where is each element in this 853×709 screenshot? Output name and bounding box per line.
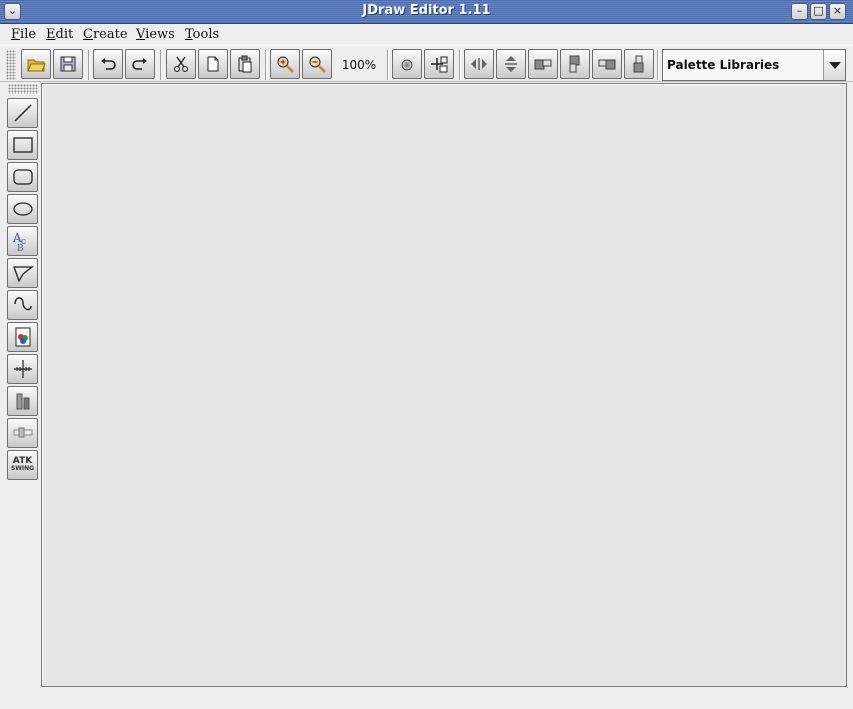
menu-views[interactable]: Views (136, 27, 175, 42)
flip-vertical-button[interactable] (496, 49, 526, 79)
menu-file-mnemonic: F (11, 27, 21, 42)
axis-tool-button[interactable] (7, 354, 38, 384)
menu-tools-label: ools (192, 27, 220, 42)
menu-tools-mnemonic: T (185, 27, 193, 42)
line-tool-button[interactable] (7, 98, 38, 128)
menu-create-label: reate (92, 27, 128, 42)
main-toolbar: 100% Palette Libraries (0, 45, 853, 82)
move-icon (431, 56, 448, 73)
open-button[interactable] (21, 49, 51, 79)
toolbar-separator (459, 50, 461, 80)
align-right-button[interactable] (592, 49, 622, 79)
zoom-level-label: 100% (341, 58, 377, 72)
close-icon[interactable]: × (829, 3, 846, 20)
flip-vertical-icon (505, 56, 517, 72)
toolbar-separator (657, 50, 659, 80)
polyline-tool-icon (12, 266, 34, 283)
align-left-icon (534, 59, 552, 70)
ellipse-tool-icon (12, 202, 33, 216)
menu-bar: File Edit Create Views Tools (0, 24, 853, 45)
ellipse-tool-button[interactable] (7, 194, 38, 224)
bar-tool-button[interactable] (7, 386, 38, 416)
slider-tool-button[interactable] (7, 418, 38, 448)
atk-swing-tool-button[interactable]: ATK SWING (7, 450, 38, 480)
paste-icon (238, 55, 252, 73)
zoom-out-button[interactable] (302, 49, 332, 79)
slider-tool-icon (13, 427, 32, 438)
cut-icon (174, 56, 188, 72)
maximize-icon[interactable]: □ (810, 3, 827, 20)
align-left-button[interactable] (528, 49, 558, 79)
undo-button[interactable] (93, 49, 123, 79)
menu-create[interactable]: Create (83, 27, 128, 42)
toolbar-separator (160, 50, 162, 80)
bar-tool-icon (16, 393, 29, 410)
group-button[interactable] (392, 49, 422, 79)
group-icon (401, 59, 413, 71)
axis-tool-icon (13, 360, 32, 378)
flip-horizontal-icon (471, 58, 487, 70)
menu-file-label: ile (20, 27, 37, 42)
copy-button[interactable] (198, 49, 228, 79)
align-top-icon (569, 55, 580, 73)
open-icon (27, 59, 46, 72)
polyline-tool-button[interactable] (7, 258, 38, 288)
toolbar-separator (88, 50, 90, 80)
svg-text:B: B (17, 244, 24, 252)
chevron-down-icon[interactable] (823, 50, 845, 80)
paste-button[interactable] (230, 49, 260, 79)
menu-edit-mnemonic: E (46, 27, 56, 42)
menu-edit[interactable]: Edit (46, 27, 73, 42)
window-title: JDraw Editor 1.11 (362, 3, 491, 18)
align-right-icon (598, 59, 616, 70)
menu-edit-label: dit (55, 27, 74, 42)
flip-horizontal-button[interactable] (464, 49, 494, 79)
redo-button[interactable] (125, 49, 155, 79)
rectangle-tool-button[interactable] (7, 130, 38, 160)
minimize-icon[interactable]: – (791, 3, 808, 20)
menu-file[interactable]: File (11, 27, 36, 42)
toolbar-separator (387, 50, 389, 80)
copy-icon (207, 56, 219, 72)
image-tool-icon (15, 327, 30, 347)
toolbar-grip[interactable] (6, 50, 16, 80)
menu-create-mnemonic: C (83, 27, 93, 42)
zoom-out-icon (309, 56, 326, 73)
drawing-canvas[interactable] (41, 83, 847, 687)
atk-sublabel: SWING (10, 465, 35, 472)
rounded-rectangle-tool-icon (12, 169, 33, 185)
image-tool-button[interactable] (7, 322, 38, 352)
palette-select-value: Palette Libraries (667, 58, 780, 72)
move-button[interactable] (424, 49, 454, 79)
rectangle-tool-icon (12, 137, 33, 153)
align-bottom-icon (633, 55, 644, 73)
palette-libraries-select[interactable]: Palette Libraries (662, 49, 846, 81)
title-bar: ⌄ JDraw Editor 1.11 – □ × (0, 0, 853, 24)
align-bottom-button[interactable] (624, 49, 654, 79)
menu-tools[interactable]: Tools (185, 27, 219, 42)
align-top-button[interactable] (560, 49, 590, 79)
rounded-rectangle-tool-button[interactable] (7, 162, 38, 192)
spline-tool-button[interactable] (7, 290, 38, 320)
text-tool-icon: AcB (12, 231, 26, 252)
cut-button[interactable] (166, 49, 196, 79)
spline-tool-icon (13, 297, 32, 311)
menu-views-mnemonic: V (136, 27, 146, 42)
zoom-in-icon (277, 56, 294, 73)
undo-icon (101, 58, 116, 70)
menu-views-label: iews (145, 27, 175, 42)
toolbar-separator (265, 50, 267, 80)
zoom-in-button[interactable] (270, 49, 300, 79)
text-tool-button[interactable]: AcB (7, 226, 38, 256)
save-button[interactable] (53, 49, 83, 79)
atk-swing-tool-icon: ATK SWING (11, 457, 34, 473)
redo-icon (132, 58, 147, 70)
tool-palette-grip[interactable] (8, 84, 38, 94)
save-icon (60, 56, 76, 72)
line-tool-icon (14, 104, 31, 122)
